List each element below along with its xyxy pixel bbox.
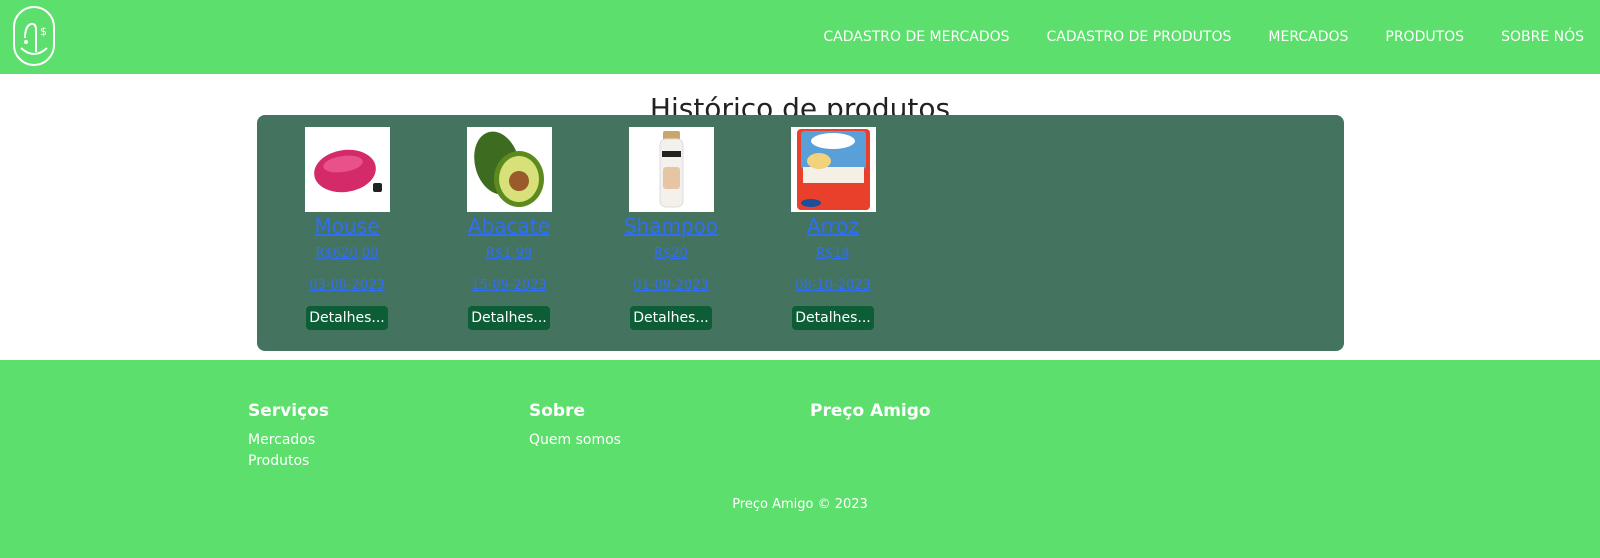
- nav-sobre-nos[interactable]: SOBRE NÓS: [1501, 29, 1584, 45]
- product-price[interactable]: R$620,00: [316, 246, 379, 262]
- product-image-shampoo[interactable]: [628, 127, 714, 212]
- details-button[interactable]: Detalhes...: [792, 306, 874, 330]
- details-button[interactable]: Detalhes...: [630, 306, 712, 330]
- product-card: Mouse R$620,00 03-08-2023 Detalhes...: [277, 127, 417, 339]
- product-price[interactable]: R$14: [816, 246, 850, 262]
- product-price[interactable]: R$1,99: [486, 246, 532, 262]
- product-date[interactable]: 08-10-2023: [795, 278, 871, 294]
- footer-link-quem-somos[interactable]: Quem somos: [529, 430, 621, 451]
- footer-column-preco-amigo: Preço Amigo: [810, 400, 931, 422]
- product-image-mouse[interactable]: [304, 127, 390, 212]
- site-footer: Serviços Mercados Produtos Sobre Quem so…: [0, 360, 1600, 558]
- nav-cadastro-produtos[interactable]: CADASTRO DE PRODUTOS: [1047, 29, 1232, 45]
- product-price[interactable]: R$20: [654, 246, 688, 262]
- footer-link-produtos[interactable]: Produtos: [248, 451, 329, 472]
- product-name-link[interactable]: Abacate: [468, 212, 550, 240]
- product-date[interactable]: 15-09-2023: [471, 278, 547, 294]
- footer-heading: Sobre: [529, 401, 586, 421]
- copyright-text: Preço Amigo © 2023: [732, 497, 868, 512]
- product-date[interactable]: 01-09-2023: [633, 278, 709, 294]
- product-name-link[interactable]: Mouse: [315, 212, 380, 240]
- product-card: Shampoo R$20 01-09-2023 Detalhes...: [601, 127, 741, 339]
- product-date[interactable]: 03-08-2023: [309, 278, 385, 294]
- brand-logo-icon[interactable]: $: [13, 6, 55, 66]
- product-image-arroz[interactable]: [790, 127, 876, 212]
- product-history-panel: Mouse R$620,00 03-08-2023 Detalhes... Ab…: [257, 115, 1344, 351]
- product-card: Arroz R$14 08-10-2023 Detalhes...: [763, 127, 903, 339]
- details-button[interactable]: Detalhes...: [468, 306, 550, 330]
- nav-cadastro-mercados[interactable]: CADASTRO DE MERCADOS: [823, 29, 1009, 45]
- product-name-link[interactable]: Shampoo: [624, 212, 718, 240]
- nav-produtos[interactable]: PRODUTOS: [1385, 29, 1464, 45]
- footer-column-servicos: Serviços Mercados Produtos: [248, 400, 329, 472]
- product-image-abacate[interactable]: [466, 127, 552, 212]
- product-name-link[interactable]: Arroz: [807, 212, 859, 240]
- footer-link-mercados[interactable]: Mercados: [248, 430, 329, 451]
- product-card: Abacate R$1,99 15-09-2023 Detalhes...: [439, 127, 579, 339]
- top-navbar: $ CADASTRO DE MERCADOS CADASTRO DE PRODU…: [0, 0, 1600, 74]
- footer-heading: Serviços: [248, 401, 329, 421]
- footer-column-sobre: Sobre Quem somos: [529, 400, 621, 451]
- details-button[interactable]: Detalhes...: [306, 306, 388, 330]
- svg-text:$: $: [40, 25, 47, 38]
- footer-heading: Preço Amigo: [810, 401, 931, 421]
- main-nav: CADASTRO DE MERCADOS CADASTRO DE PRODUTO…: [786, 0, 1584, 74]
- nav-mercados[interactable]: MERCADOS: [1268, 29, 1348, 45]
